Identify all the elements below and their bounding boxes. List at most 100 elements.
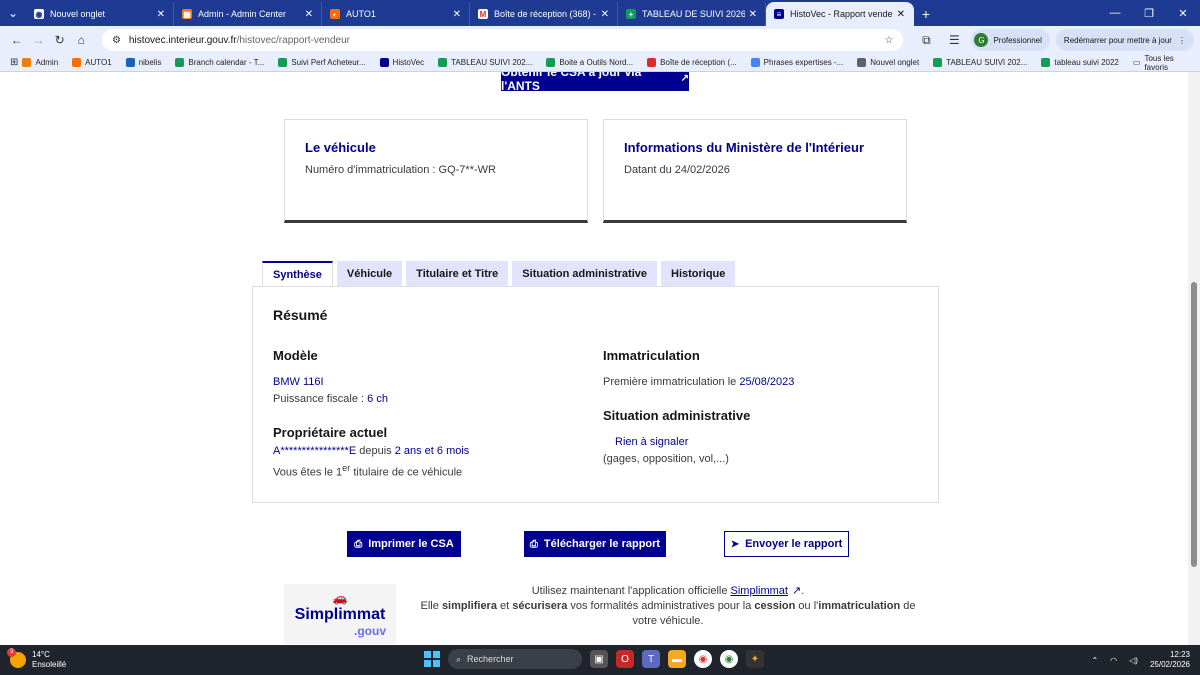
close-tab-icon[interactable]: ✕: [897, 9, 905, 20]
send-report-button[interactable]: ➤ Envoyer le rapport: [724, 531, 849, 557]
chrome-icon[interactable]: ◉: [694, 650, 712, 668]
browser-tab-auto1[interactable]: ◐ AUTO1 ✕: [322, 2, 470, 26]
external-link-icon: ↗: [791, 585, 802, 597]
back-arrow-icon[interactable]: ←: [6, 33, 27, 47]
tab-synthese[interactable]: Synthèse: [262, 261, 333, 287]
browser-tab-new-tab[interactable]: ◉ Nouvel onglet ✕: [26, 2, 174, 26]
admin-favicon-icon: ▦: [182, 9, 192, 19]
weather-widget[interactable]: 3 14°C Ensoleillé: [7, 648, 66, 670]
bookmark-item[interactable]: Suivi Perf Acheteur...: [278, 58, 366, 67]
tab-historique[interactable]: Historique: [661, 261, 736, 286]
first-registration: Première immatriculation le 25/08/2023: [603, 374, 794, 391]
page-scrollbar[interactable]: [1188, 72, 1200, 645]
bookmark-item[interactable]: TABLEAU SUIVI 202...: [438, 58, 532, 67]
file-explorer-icon[interactable]: ▬: [668, 650, 686, 668]
address-bar-row: ← → ↻ ⌂ ⚙ histovec.interieur.gouv.fr/his…: [0, 26, 1200, 54]
close-tab-icon[interactable]: ✕: [157, 9, 165, 20]
clock[interactable]: 12:23 25/02/2026: [1150, 650, 1190, 670]
notification-badge: 3: [7, 648, 16, 657]
tab-search-chevron-icon[interactable]: ⌄: [0, 0, 26, 26]
bookmark-item[interactable]: nibelis: [125, 58, 161, 67]
browser-tab-histovec[interactable]: ≡ HistoVec - Rapport vendeur ✕: [766, 2, 914, 26]
owner-section: Propriétaire actuel A****************E d…: [273, 424, 469, 482]
ministry-card: Informations du Ministère de l'Intérieur…: [603, 119, 907, 223]
owner-heading: Propriétaire actuel: [273, 425, 388, 440]
site-info-icon[interactable]: ⚙: [112, 35, 121, 46]
print-csa-button[interactable]: ⎙ Imprimer le CSA: [347, 531, 461, 557]
download-report-button[interactable]: ⎙ Télécharger le rapport: [524, 531, 666, 557]
bookmark-item[interactable]: HistoVec: [379, 58, 424, 67]
close-tab-icon[interactable]: ✕: [305, 9, 313, 20]
bookmark-item[interactable]: Admin: [22, 58, 58, 67]
close-window-icon[interactable]: ✕: [1166, 7, 1200, 20]
windows-start-icon[interactable]: [424, 651, 440, 667]
url-path: /histovec/rapport-vendeur: [236, 34, 350, 46]
owner-rank-suffix: titulaire de ce véhicule: [350, 466, 463, 479]
all-bookmarks[interactable]: ▭ Tous les favoris: [1133, 54, 1194, 72]
bookmark-star-icon[interactable]: ☆: [884, 35, 893, 46]
bookmark-favicon-icon: [857, 58, 867, 67]
app-icon[interactable]: ✦: [746, 650, 764, 668]
taskbar-search-input[interactable]: ⌕ Rechercher: [448, 649, 582, 669]
simplimmat-link[interactable]: Simplimmat: [731, 585, 788, 597]
bookmark-favicon-icon: [125, 58, 135, 67]
scrollbar-thumb[interactable]: [1191, 282, 1197, 567]
chrome-profile-icon[interactable]: ◉: [720, 650, 738, 668]
restart-update-button[interactable]: Redémarrer pour mettre à jour ⋮: [1055, 29, 1194, 51]
wifi-icon[interactable]: ◠: [1110, 656, 1117, 665]
bookmark-item[interactable]: Nouvel onglet: [857, 58, 919, 67]
avatar: G: [974, 33, 989, 47]
tab-title: Boîte de réception (368) - guill: [494, 9, 597, 19]
volume-icon[interactable]: ◁): [1129, 656, 1138, 665]
close-tab-icon[interactable]: ✕: [601, 9, 609, 20]
bookmark-item[interactable]: Boîte de réception (...: [647, 58, 737, 67]
minimize-icon[interactable]: —: [1098, 7, 1132, 19]
model-heading: Modèle: [273, 348, 318, 363]
simplimmat-logo-text: Simplimmat: [294, 605, 386, 623]
sun-icon: 3: [7, 648, 26, 668]
home-icon[interactable]: ⌂: [70, 33, 91, 47]
reload-icon[interactable]: ↻: [49, 33, 70, 47]
bookmark-item[interactable]: AUTO1: [72, 58, 112, 67]
model-value: BMW 116I: [273, 376, 324, 388]
task-view-icon[interactable]: ▣: [590, 650, 608, 668]
bookmark-item[interactable]: TABLEAU SUIVI 202...: [933, 58, 1027, 67]
forward-arrow-icon[interactable]: →: [27, 33, 48, 47]
bookmark-item[interactable]: Branch calendar - T...: [175, 58, 264, 67]
admin-situation-value: Rien à signaler: [615, 436, 689, 448]
extensions-icon[interactable]: ⧉: [915, 33, 937, 48]
tab-vehicule[interactable]: Véhicule: [336, 261, 403, 286]
registration-date: 25/08/2023: [739, 376, 795, 388]
chevron-up-icon[interactable]: ⌃: [1091, 656, 1098, 665]
bookmark-item[interactable]: Phrases expertises -...: [750, 58, 843, 67]
close-tab-icon[interactable]: ✕: [749, 9, 757, 20]
bookmark-item[interactable]: tableau suivi 2022: [1041, 58, 1119, 67]
url-input[interactable]: ⚙ histovec.interieur.gouv.fr/histovec/ra…: [101, 29, 904, 51]
apps-grid-icon[interactable]: ⊞: [6, 57, 22, 68]
bookmark-item[interactable]: Boite a Outils Nord...: [546, 58, 633, 67]
teams-icon[interactable]: T: [642, 650, 660, 668]
close-tab-icon[interactable]: ✕: [453, 9, 461, 20]
simplimmat-logo[interactable]: 🚗 Simplimmat .gouv: [284, 584, 396, 644]
send-label: Envoyer le rapport: [745, 538, 843, 550]
opera-icon[interactable]: O: [616, 650, 634, 668]
browser-tab-admin[interactable]: ▦ Admin - Admin Center ✕: [174, 2, 322, 26]
tab-title: Admin - Admin Center: [198, 9, 287, 19]
browser-tab-gmail[interactable]: M Boîte de réception (368) - guill ✕: [470, 2, 618, 26]
restore-icon[interactable]: ❐: [1132, 7, 1166, 20]
browser-tab-tableau[interactable]: + TABLEAU DE SUIVI 2026 - TOUR ✕: [618, 2, 766, 26]
bookmark-label: Nouvel onglet: [870, 58, 920, 67]
profile-button[interactable]: G Professionnel: [971, 29, 1050, 51]
tab-titulaire[interactable]: Titulaire et Titre: [406, 261, 509, 286]
new-tab-plus-icon[interactable]: +: [914, 2, 938, 26]
tab-title: Nouvel onglet: [50, 9, 106, 19]
reading-list-icon[interactable]: ☰: [943, 33, 965, 47]
ants-csa-button[interactable]: Obtenir le CSA à jour via l'ANTS ↗: [501, 72, 689, 93]
owner-rank-prefix: Vous êtes le 1: [273, 466, 343, 479]
bookmark-favicon-icon: [933, 58, 943, 67]
simplimmat-promo: Utilisez maintenant l'application offici…: [420, 584, 916, 629]
promo-bold: sécurisera: [512, 600, 568, 612]
owner-since-label: depuis: [356, 445, 395, 457]
tab-situation-administrative[interactable]: Situation administrative: [512, 261, 657, 286]
printer-icon: ⎙: [529, 538, 538, 550]
